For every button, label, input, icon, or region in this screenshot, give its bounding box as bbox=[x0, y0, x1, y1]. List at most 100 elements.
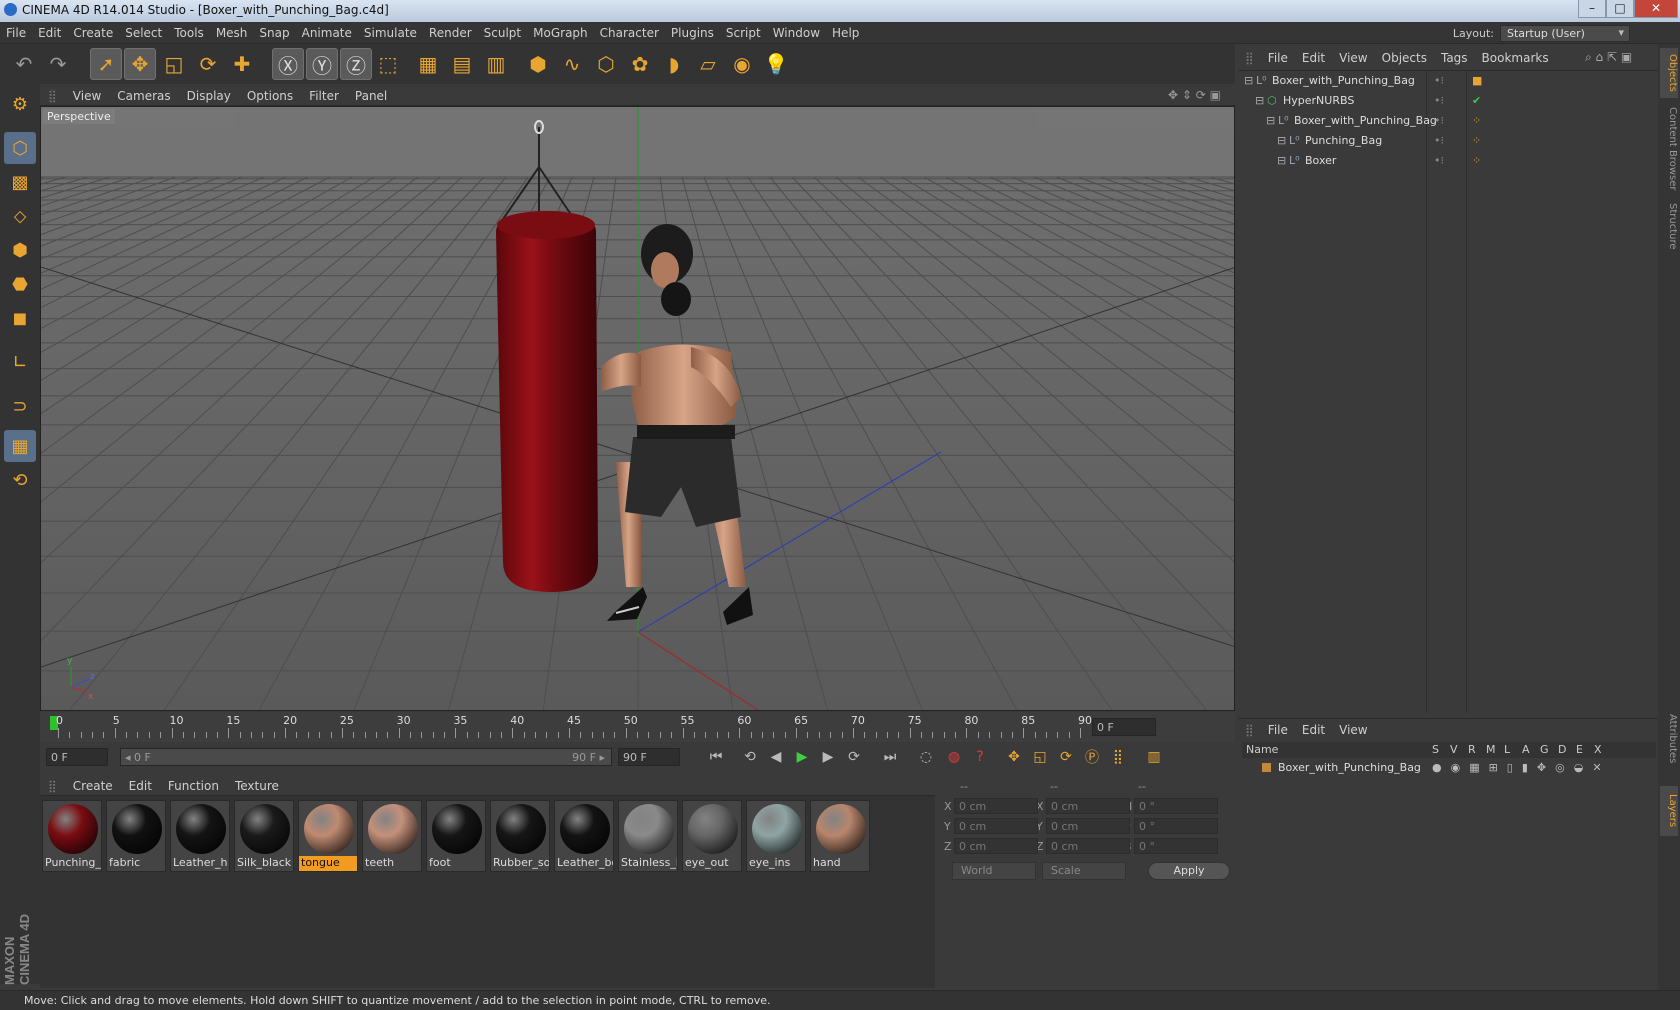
side-tab-attributes[interactable]: Attributes bbox=[1660, 694, 1678, 784]
add-icon[interactable]: ✚ bbox=[226, 48, 258, 80]
coord-value-field[interactable]: 0 ° bbox=[1134, 838, 1218, 854]
visibility-dots-icon[interactable]: •⁝ bbox=[1434, 91, 1444, 111]
live-selection-icon[interactable]: ➚ bbox=[90, 48, 122, 80]
prev-frame-icon[interactable]: ◀ bbox=[764, 746, 788, 768]
expand-toggle-icon[interactable]: ⊟ bbox=[1244, 71, 1253, 91]
next-key-icon[interactable]: ⟳ bbox=[842, 746, 866, 768]
coord-value-field[interactable]: 0 ° bbox=[1134, 818, 1218, 834]
play-icon[interactable]: ▶ bbox=[790, 746, 814, 768]
z-axis-icon[interactable]: Ⓩ bbox=[340, 48, 372, 80]
workplane-lock-icon[interactable]: ▦ bbox=[4, 430, 36, 462]
next-frame-icon[interactable]: ▶ bbox=[816, 746, 840, 768]
layer-menu-view[interactable]: View bbox=[1332, 719, 1374, 741]
edges-mode-icon[interactable]: ⬣ bbox=[4, 268, 36, 300]
points-mode-icon[interactable]: ⬢ bbox=[4, 234, 36, 266]
side-tab-structure[interactable]: Structure bbox=[1660, 196, 1678, 256]
coord-value-field[interactable]: 0 cm bbox=[1046, 818, 1130, 834]
object-menu-edit[interactable]: Edit bbox=[1295, 46, 1332, 70]
material-swatch[interactable]: Leather_h bbox=[170, 800, 230, 872]
soft-selection-icon[interactable]: ⟲ bbox=[4, 464, 36, 496]
layer-menu-edit[interactable]: Edit bbox=[1295, 719, 1332, 741]
material-swatch[interactable]: Leather_bo bbox=[554, 800, 614, 872]
workplane-icon[interactable]: ⬦ bbox=[4, 200, 36, 232]
render-settings-icon[interactable]: ▥ bbox=[480, 48, 512, 80]
object-row[interactable]: ⊟ ⬡ HyperNURBS •⁝ ✔ bbox=[1238, 91, 1658, 111]
menu-snap[interactable]: Snap bbox=[253, 22, 295, 44]
viewport-nav-icons[interactable]: ✥ ⇕ ⟳ ▣ bbox=[1168, 88, 1221, 102]
object-menu-view[interactable]: View bbox=[1332, 46, 1374, 70]
object-row[interactable]: ⊟ L⁰ Punching_Bag •⁝ ⁘ bbox=[1238, 131, 1658, 151]
side-tab-content-browser[interactable]: Content Browser bbox=[1660, 104, 1678, 194]
side-tab-layers[interactable]: Layers bbox=[1660, 786, 1678, 836]
axis-mode-icon[interactable]: ∟ bbox=[4, 346, 36, 378]
object-row[interactable]: ⊟ L⁰ Boxer •⁝ ⁘ bbox=[1238, 151, 1658, 171]
redo-icon[interactable]: ↷ bbox=[42, 48, 74, 80]
material-swatch[interactable]: Punching_l bbox=[42, 800, 102, 872]
menu-script[interactable]: Script bbox=[720, 22, 767, 44]
floor-icon[interactable]: ▱ bbox=[692, 48, 724, 80]
y-axis-icon[interactable]: Ⓨ bbox=[306, 48, 338, 80]
coordinate-system-icon[interactable]: ⬚ bbox=[372, 48, 404, 80]
coord-value-field[interactable]: 0 cm bbox=[954, 818, 1038, 834]
texture-mode-icon[interactable]: ▩ bbox=[4, 166, 36, 198]
layer-toggle-icons[interactable]: ●◉▦⊞▯▮✥◎◒✕ bbox=[1432, 758, 1611, 778]
expand-toggle-icon[interactable]: ⊟ bbox=[1277, 151, 1286, 171]
viewport-menu-filter[interactable]: Filter bbox=[301, 86, 347, 106]
key-scale-icon[interactable]: ◱ bbox=[1028, 746, 1052, 768]
material-swatch[interactable]: foot bbox=[426, 800, 486, 872]
menu-plugins[interactable]: Plugins bbox=[665, 22, 720, 44]
go-to-end-icon[interactable]: ⏭ bbox=[878, 746, 902, 768]
expand-toggle-icon[interactable]: ⊟ bbox=[1255, 91, 1264, 111]
menu-character[interactable]: Character bbox=[594, 22, 665, 44]
auto-key-icon[interactable]: ? bbox=[968, 746, 992, 768]
light-icon[interactable]: 💡 bbox=[760, 48, 792, 80]
menu-mograph[interactable]: MoGraph bbox=[527, 22, 594, 44]
material-menu-create[interactable]: Create bbox=[65, 776, 121, 796]
menu-edit[interactable]: Edit bbox=[32, 22, 67, 44]
object-mode-icon[interactable]: ⬡ bbox=[4, 132, 36, 164]
record-position-icon[interactable]: ◌ bbox=[914, 746, 938, 768]
snap-icon[interactable]: ⊃ bbox=[4, 390, 36, 422]
undo-icon[interactable]: ↶ bbox=[8, 48, 40, 80]
cube-icon[interactable]: ⬢ bbox=[522, 48, 554, 80]
menu-render[interactable]: Render bbox=[423, 22, 478, 44]
x-axis-icon[interactable]: Ⓧ bbox=[272, 48, 304, 80]
menu-mesh[interactable]: Mesh bbox=[210, 22, 254, 44]
maximize-button[interactable]: □ bbox=[1606, 0, 1634, 18]
apply-button[interactable]: Apply bbox=[1148, 862, 1230, 880]
camera-icon[interactable]: ◉ bbox=[726, 48, 758, 80]
layer-row[interactable]: Boxer_with_Punching_Bag ●◉▦⊞▯▮✥◎◒✕ bbox=[1242, 758, 1656, 778]
enabled-check-icon[interactable]: ✔ bbox=[1472, 91, 1481, 111]
side-tab-objects[interactable]: Objects bbox=[1660, 48, 1678, 98]
object-manager-icons[interactable]: ⌕ ⌂ ⇱ ▣ bbox=[1585, 50, 1632, 65]
scale-icon[interactable]: ◱ bbox=[158, 48, 190, 80]
menu-select[interactable]: Select bbox=[119, 22, 168, 44]
render-picture-viewer-icon[interactable]: ▤ bbox=[446, 48, 478, 80]
material-tag-icon[interactable]: ⁘ bbox=[1472, 151, 1481, 171]
frame-range-slider[interactable]: ◂ 0 F 90 F ▸ bbox=[120, 748, 612, 766]
material-menu-function[interactable]: Function bbox=[160, 776, 227, 796]
prev-key-icon[interactable]: ⟲ bbox=[738, 746, 762, 768]
end-frame-field[interactable]: 90 F bbox=[618, 748, 680, 766]
material-menu-texture[interactable]: Texture bbox=[227, 776, 287, 796]
material-swatch[interactable]: eye_out bbox=[682, 800, 742, 872]
key-rotate-icon[interactable]: ⟳ bbox=[1054, 746, 1078, 768]
viewport-menu-panel[interactable]: Panel bbox=[347, 86, 395, 106]
menu-help[interactable]: Help bbox=[826, 22, 865, 44]
coord-value-field[interactable]: 0 cm bbox=[1046, 838, 1130, 854]
start-frame-field[interactable]: 0 F bbox=[46, 748, 108, 766]
menu-tools[interactable]: Tools bbox=[168, 22, 210, 44]
object-row[interactable]: ⊟ L⁰ Boxer_with_Punching_Bag •⁝ ■ bbox=[1238, 71, 1658, 91]
viewport-menu-display[interactable]: Display bbox=[179, 86, 239, 106]
array-icon[interactable]: ✿ bbox=[624, 48, 656, 80]
spline-icon[interactable]: ∿ bbox=[556, 48, 588, 80]
menu-sculpt[interactable]: Sculpt bbox=[478, 22, 527, 44]
material-swatch[interactable]: tongue bbox=[298, 800, 358, 872]
visibility-dots-icon[interactable]: •⁝ bbox=[1434, 131, 1444, 151]
material-swatch[interactable]: eye_ins bbox=[746, 800, 806, 872]
menu-window[interactable]: Window bbox=[767, 22, 826, 44]
current-frame-field[interactable]: 0 F bbox=[1092, 718, 1156, 736]
coord-value-field[interactable]: 0 cm bbox=[954, 798, 1038, 814]
timeline-ruler[interactable]: 0 F 0 5 10 15 20 25 30 35 40 45 50 55 60 65 70 75 80 85 90 bbox=[40, 712, 1235, 742]
menu-animate[interactable]: Animate bbox=[296, 22, 358, 44]
